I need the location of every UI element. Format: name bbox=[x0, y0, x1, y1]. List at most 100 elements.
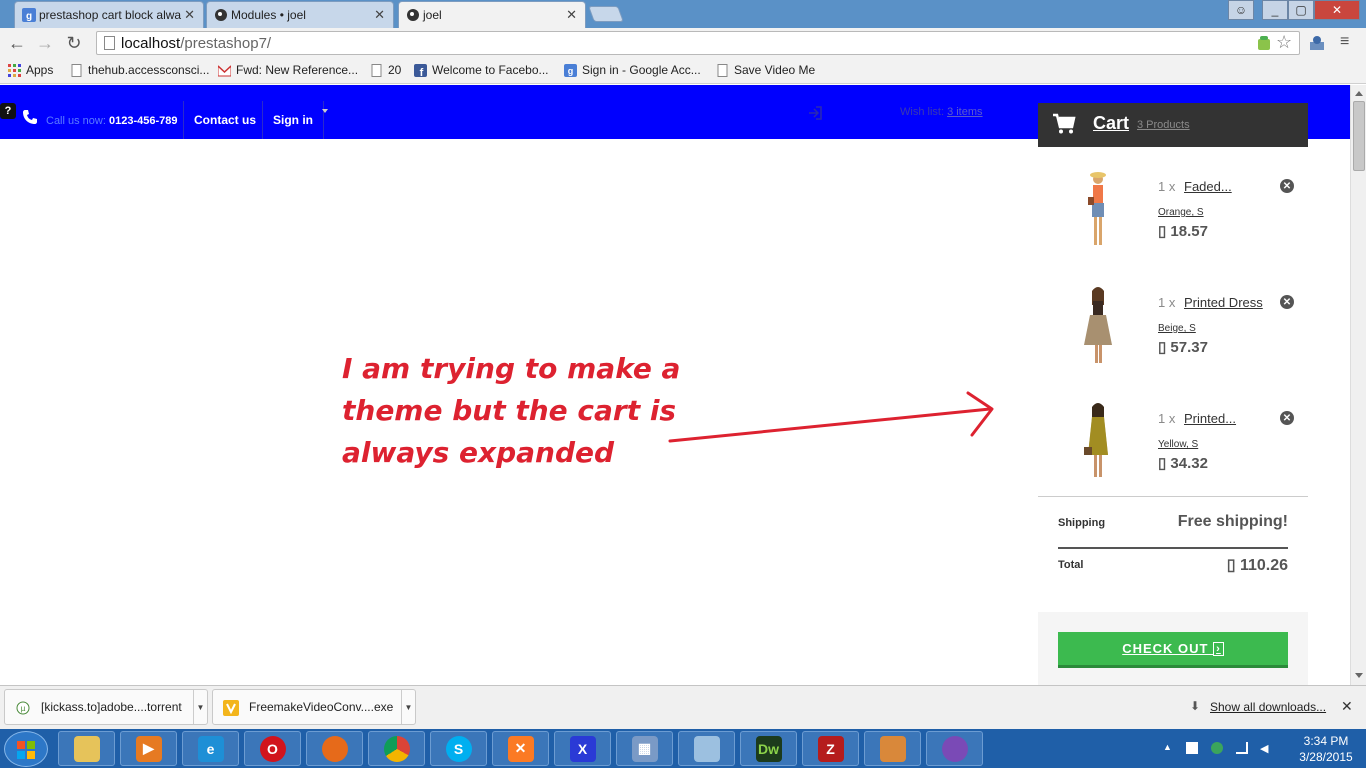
taskbar-explorer[interactable] bbox=[58, 731, 115, 766]
taskbar-filezilla[interactable]: Z bbox=[802, 731, 859, 766]
page-scrollbar[interactable] bbox=[1350, 85, 1366, 685]
cart-item: 1 x Printed Dress Beige, S ▯ 57.37 ✕ bbox=[1038, 273, 1308, 383]
windows-taskbar: ▶ e O S ✕ X ▦ Dw Z ▲ ◀ 3:34 PM 3/28/2015 bbox=[0, 729, 1366, 768]
minimize-button[interactable]: _ bbox=[1262, 0, 1288, 20]
prestashop-icon bbox=[215, 9, 227, 21]
annotation-line: I am trying to make a bbox=[342, 352, 681, 385]
sign-in-link[interactable]: Sign in bbox=[262, 101, 324, 139]
tab-close-icon[interactable]: ✕ bbox=[184, 7, 195, 23]
android-extension-icon[interactable] bbox=[1257, 35, 1271, 51]
taskbar-chrome[interactable] bbox=[368, 731, 425, 766]
notepad-icon bbox=[693, 735, 720, 762]
tab-close-icon[interactable]: ✕ bbox=[374, 7, 385, 23]
help-icon[interactable]: ? bbox=[0, 103, 16, 119]
chrome-icon bbox=[383, 735, 410, 762]
chevron-down-icon[interactable] bbox=[322, 109, 328, 113]
shipping-label: Shipping bbox=[1058, 517, 1106, 529]
call-us-text: Call us now: 0123-456-789 bbox=[46, 115, 178, 127]
cart-title[interactable]: Cart bbox=[1093, 113, 1129, 134]
taskbar-skype[interactable]: S bbox=[430, 731, 487, 766]
divider bbox=[1038, 496, 1308, 497]
clock[interactable]: 3:34 PM 3/28/2015 bbox=[1288, 733, 1364, 765]
product-image[interactable] bbox=[1068, 399, 1128, 489]
reload-icon[interactable]: ↻ bbox=[63, 32, 85, 54]
start-button[interactable] bbox=[4, 731, 48, 767]
taskbar-xampp[interactable]: ✕ bbox=[492, 731, 549, 766]
taskbar-app-x[interactable]: X bbox=[554, 731, 611, 766]
contact-us-link[interactable]: Contact us bbox=[183, 101, 266, 139]
total-label: Total bbox=[1058, 559, 1084, 571]
bookmark-label: Apps bbox=[26, 63, 54, 77]
bookmark-gmail[interactable]: Fwd: New Reference... bbox=[218, 63, 358, 77]
product-attributes-link[interactable]: Yellow, S bbox=[1158, 439, 1198, 450]
product-image[interactable] bbox=[1068, 283, 1128, 373]
skype-icon: S bbox=[445, 735, 472, 762]
download-item[interactable]: µ [kickass.to]adobe....torrent ▼ bbox=[4, 689, 208, 725]
scrollbar-thumb[interactable] bbox=[1353, 101, 1365, 171]
product-name-link[interactable]: Printed Dress bbox=[1184, 295, 1263, 310]
taskbar-messenger[interactable] bbox=[926, 731, 983, 766]
bookmark-save-video[interactable]: Save Video Me bbox=[716, 63, 815, 77]
taskbar-opera[interactable]: O bbox=[244, 731, 301, 766]
menu-icon[interactable]: ≡ bbox=[1340, 33, 1349, 51]
gmail-icon bbox=[218, 64, 231, 76]
product-name-link[interactable]: Printed... bbox=[1184, 411, 1236, 426]
sync-icon[interactable] bbox=[1211, 742, 1223, 754]
user-account-icon[interactable]: ☺ bbox=[1228, 0, 1254, 20]
google-icon: g bbox=[22, 8, 36, 22]
tab-modules[interactable]: Modules • joel ✕ bbox=[206, 1, 394, 28]
action-center-icon[interactable] bbox=[1186, 742, 1198, 754]
taskbar-package[interactable] bbox=[864, 731, 921, 766]
new-tab-button[interactable] bbox=[588, 6, 624, 22]
taskbar-internet-explorer[interactable]: e bbox=[182, 731, 239, 766]
tab-joel[interactable]: joel ✕ bbox=[398, 1, 586, 28]
tray-expand-icon[interactable]: ▲ bbox=[1163, 742, 1175, 754]
login-icon[interactable] bbox=[808, 106, 822, 120]
back-arrow-icon[interactable]: ← bbox=[6, 32, 28, 54]
maximize-button[interactable]: ▢ bbox=[1288, 0, 1314, 20]
network-icon[interactable] bbox=[1236, 742, 1248, 754]
scroll-down-icon[interactable] bbox=[1355, 673, 1363, 678]
clock-time: 3:34 PM bbox=[1303, 734, 1349, 748]
taskbar-notepad[interactable] bbox=[678, 731, 735, 766]
app-x-icon: X bbox=[569, 735, 596, 762]
product-attributes-link[interactable]: Orange, S bbox=[1158, 207, 1204, 218]
remove-item-icon[interactable]: ✕ bbox=[1280, 411, 1294, 425]
taskbar-dreamweaver[interactable]: Dw bbox=[740, 731, 797, 766]
show-all-downloads-link[interactable]: Show all downloads... bbox=[1210, 700, 1326, 714]
forward-arrow-icon[interactable]: → bbox=[34, 32, 56, 54]
taskbar-control-panel[interactable]: ▦ bbox=[616, 731, 673, 766]
chevron-down-icon[interactable]: ▼ bbox=[401, 690, 415, 724]
remove-item-icon[interactable]: ✕ bbox=[1280, 179, 1294, 193]
address-bar[interactable]: localhost/prestashop7/ bbox=[96, 31, 1300, 55]
bookmark-label: 20 bbox=[388, 63, 402, 77]
remove-item-icon[interactable]: ✕ bbox=[1280, 295, 1294, 309]
download-item[interactable]: FreemakeVideoConv....exe ▼ bbox=[212, 689, 416, 725]
bookmark-apps[interactable]: Apps bbox=[8, 63, 53, 77]
wishlist-link[interactable]: Wish list: 3 items bbox=[900, 106, 983, 118]
ie-icon: e bbox=[197, 735, 224, 762]
page-icon bbox=[717, 63, 728, 77]
tab-close-icon[interactable]: ✕ bbox=[566, 7, 577, 23]
cart-header[interactable]: Cart 3 Products bbox=[1038, 103, 1308, 147]
star-bookmark-icon[interactable]: ☆ bbox=[1276, 32, 1292, 53]
close-window-button[interactable]: ✕ bbox=[1314, 0, 1360, 20]
cart-product-count[interactable]: 3 Products bbox=[1137, 119, 1190, 131]
bookmark-20[interactable]: 20 bbox=[370, 63, 401, 77]
product-image[interactable] bbox=[1068, 167, 1128, 257]
scroll-up-icon[interactable] bbox=[1355, 91, 1363, 96]
taskbar-firefox[interactable] bbox=[306, 731, 363, 766]
bookmark-facebook[interactable]: f Welcome to Facebo... bbox=[414, 63, 549, 77]
bookmark-thehub[interactable]: thehub.accessconsci... bbox=[70, 63, 209, 77]
tab-prestashop-question[interactable]: g prestashop cart block alwa ✕ bbox=[14, 1, 204, 28]
extension-icon[interactable] bbox=[1308, 34, 1326, 52]
taskbar-media-player[interactable]: ▶ bbox=[120, 731, 177, 766]
volume-icon[interactable]: ◀ bbox=[1260, 742, 1272, 755]
close-icon[interactable]: ✕ bbox=[1341, 698, 1353, 715]
chevron-down-icon[interactable]: ▼ bbox=[193, 690, 207, 724]
bookmark-google-signin[interactable]: g Sign in - Google Acc... bbox=[564, 63, 701, 77]
product-name-link[interactable]: Faded... bbox=[1184, 179, 1232, 194]
tab-strip: g prestashop cart block alwa ✕ Modules •… bbox=[0, 0, 1366, 28]
checkout-button[interactable]: CHECK OUT › bbox=[1058, 632, 1288, 668]
product-attributes-link[interactable]: Beige, S bbox=[1158, 323, 1196, 334]
